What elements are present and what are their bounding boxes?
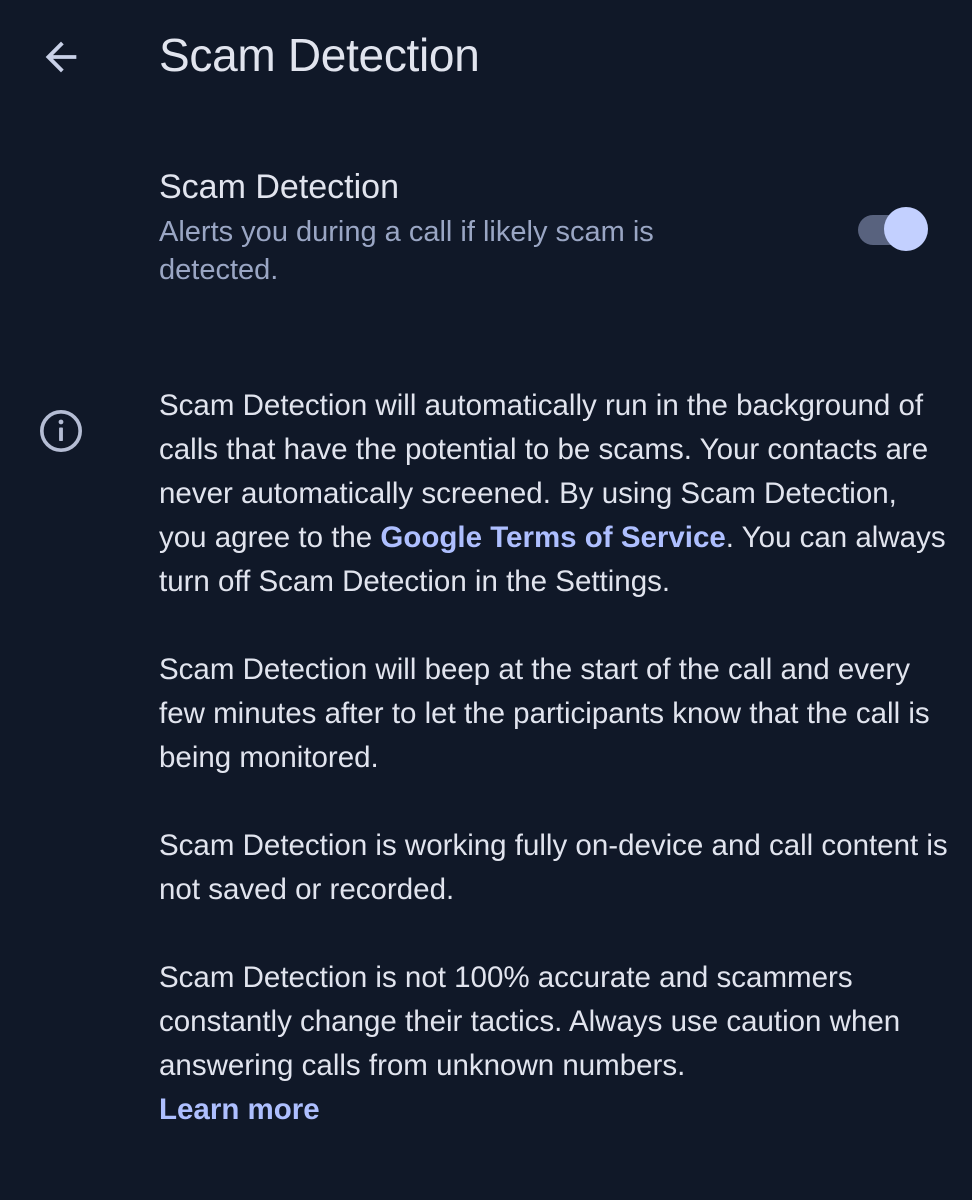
toggle-thumb: [884, 207, 928, 251]
info-icon: [40, 410, 82, 452]
info-text: Scam Detection is not 100% accurate and …: [159, 961, 901, 1082]
back-button[interactable]: [34, 30, 88, 84]
scam-detection-screen: Scam Detection Scam Detection Alerts you…: [0, 0, 972, 1200]
setting-title: Scam Detection: [159, 168, 399, 206]
arrow-back-icon: [45, 41, 77, 73]
scam-detection-toggle[interactable]: [858, 207, 930, 251]
info-paragraph-accuracy: Scam Detection is not 100% accurate and …: [159, 956, 949, 1132]
scam-detection-setting-row[interactable]: Scam Detection Alerts you during a call …: [0, 160, 972, 300]
info-description: Scam Detection will automatically run in…: [159, 384, 949, 1176]
page-title: Scam Detection: [159, 29, 480, 81]
info-paragraph-on-device: Scam Detection is working fully on-devic…: [159, 829, 948, 906]
learn-more-link[interactable]: Learn more: [159, 1093, 320, 1126]
info-paragraph-consent: Scam Detection will automatically run in…: [159, 384, 949, 604]
setting-summary: Alerts you during a call if likely scam …: [159, 216, 654, 286]
terms-of-service-link[interactable]: Google Terms of Service: [380, 521, 725, 554]
info-paragraph-beep: Scam Detection will beep at the start of…: [159, 653, 930, 774]
